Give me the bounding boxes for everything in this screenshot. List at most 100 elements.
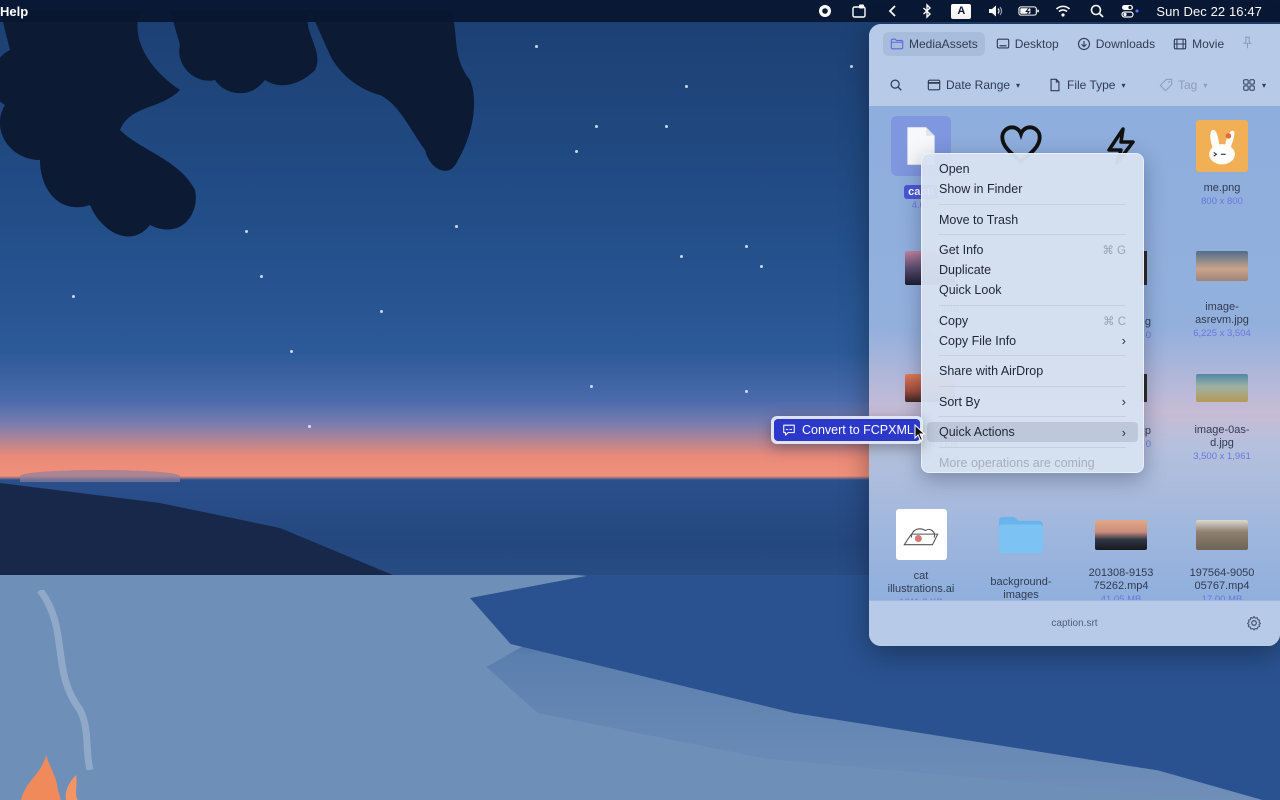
campfire [21,755,78,800]
file-name: image- asrevm.jpg [1195,301,1249,326]
tab-mediaassets[interactable]: MediaAssets [883,32,985,56]
menu-item-quick-actions[interactable]: Quick Actions › [927,422,1138,442]
calendar-icon [927,79,941,91]
file-item-me-png[interactable]: me.png 800 x 800 [1172,120,1272,208]
menu-separator [939,385,1126,387]
file-item-cat-illustrations[interactable]: cat illustrations.ai 1011.3 KB [871,509,971,609]
tab-label: Desktop [1014,37,1059,51]
file-item-background-images[interactable]: background- images [971,509,1071,602]
tab-downloads[interactable]: Downloads [1070,32,1162,56]
star [72,295,75,298]
menu-item-share-airdrop[interactable]: Share with AirDrop [927,361,1138,381]
battery-icon[interactable] [1012,0,1046,22]
pin-icon[interactable] [1241,36,1254,52]
star [308,425,311,428]
file-name: 197564-9050 05767.mp4 [1189,567,1255,592]
spotlight-icon[interactable] [1080,0,1114,22]
context-menu: Open Show in Finder Move to Trash Get In… [921,153,1144,473]
menu-item-copy-file-info[interactable]: Copy File Info › [927,331,1138,351]
menu-item-label: Get Info [939,243,984,257]
film-icon [1173,38,1187,50]
file-item-image-0as-d[interactable]: image-0as- d.jpg 3,500 x 1,961 [1172,374,1272,463]
star [595,125,598,128]
menu-bar-clock[interactable]: Sun Dec 22 16:47 [1156,4,1262,19]
menu-item-label: Open [939,162,970,176]
menu-item-show-in-finder[interactable]: Show in Finder [927,179,1138,199]
star [760,265,763,268]
status-area: A Sun Dec 22 16:47 [808,0,1280,22]
star [680,255,683,258]
star [665,125,668,128]
view-mode-toggle[interactable]: ▾ [1242,78,1266,92]
shortcut-label: ⌘ C [1103,315,1126,328]
star [590,385,593,388]
chevron-left-icon[interactable] [876,0,910,22]
volume-icon[interactable] [978,0,1012,22]
star [260,275,263,278]
chevron-down-icon: ▾ [1203,80,1208,90]
file-type-label: File Type [1067,78,1116,92]
download-icon [1077,37,1090,51]
tab-label: MediaAssets [909,37,978,51]
menu-item-duplicate[interactable]: Duplicate [927,260,1138,280]
caption-bubble-icon [783,424,795,436]
chevron-right-icon: › [1121,424,1126,440]
tab-movie[interactable]: Movie [1166,32,1231,56]
menu-item-open[interactable]: Open [927,159,1138,179]
date-range-label: Date Range [946,78,1011,92]
wifi-icon[interactable] [1046,0,1080,22]
menu-item-label: More operations are coming [939,455,1095,470]
menu-item-move-to-trash[interactable]: Move to Trash [927,210,1138,230]
image-thumbnail [1196,374,1248,402]
file-name: me.png [1203,182,1241,194]
grid-view-icon [1243,79,1255,91]
control-center-icon[interactable] [1114,0,1148,22]
star [685,85,688,88]
clipboard-icon[interactable] [842,0,876,22]
menu-separator [939,416,1126,417]
chevron-right-icon: › [1121,394,1126,409]
illustration-thumbnail [895,509,947,560]
chevron-down-icon: ▾ [1121,80,1126,90]
gear-icon[interactable] [1246,615,1262,631]
file-item-image-asrevm[interactable]: image- asrevm.jpg 6,225 x 3,504 [1172,251,1272,340]
tag-label: Tag [1178,78,1198,92]
menu-item-label: Copy File Info [939,333,1017,348]
menu-item-get-info[interactable]: Get Info ⌘ G [927,240,1138,260]
tab-desktop[interactable]: Desktop [989,32,1066,56]
folder-icon [890,38,904,50]
menu-item-copy[interactable]: Copy ⌘ C [927,311,1138,331]
tag-filter[interactable]: Tag ▾ [1159,78,1242,92]
search-button[interactable] [889,78,927,92]
star [850,65,853,68]
record-icon[interactable] [808,0,842,22]
menu-item-label: Show in Finder [939,182,1023,196]
date-range-filter[interactable]: Date Range ▾ [927,78,1048,92]
star [745,390,748,393]
file-item-video-201308[interactable]: 201308-9153 75262.mp4 41.05 MB [1071,509,1171,606]
bluetooth-icon[interactable] [910,0,944,22]
tag-icon [1159,78,1173,92]
menu-separator [939,446,1126,448]
quick-actions-submenu: Convert to FCPXML [771,416,923,444]
star [380,310,383,313]
menu-item-convert-to-fcpxml[interactable]: Convert to FCPXML [774,419,920,441]
file-dimensions: 800 x 800 [1201,196,1243,207]
chevron-down-icon: ▾ [1016,80,1021,90]
file-type-filter[interactable]: File Type ▾ [1048,78,1159,92]
input-source-icon[interactable]: A [944,0,978,22]
file-name: 201308-9153 75262.mp4 [1088,567,1154,592]
panel-footer: caption.srt [869,600,1280,646]
menu-item-label: Copy [939,313,969,328]
chevron-down-icon: ▾ [1262,80,1267,90]
star [575,150,578,153]
menu-item-quick-look[interactable]: Quick Look [927,280,1138,300]
tab-label: Movie [1192,37,1225,51]
menu-item-label: Sort By [939,394,980,409]
menu-help[interactable]: Help [0,4,28,19]
file-item-video-197564[interactable]: 197564-9050 05767.mp4 17.00 MB [1172,509,1272,606]
menu-item-sort-by[interactable]: Sort By › [927,392,1138,412]
distant-island [20,470,180,482]
star [290,350,293,353]
menu-item-label: Quick Actions [939,425,1015,439]
